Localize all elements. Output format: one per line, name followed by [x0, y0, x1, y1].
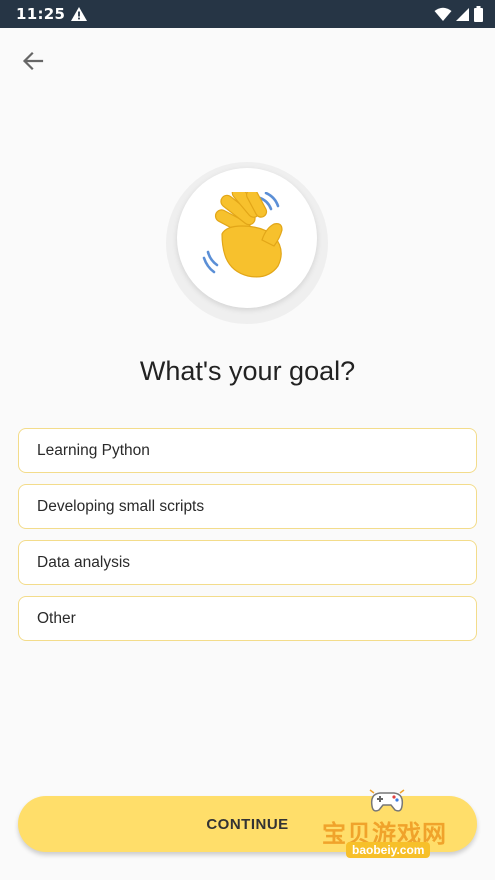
- gamepad-logo-icon: [369, 789, 405, 812]
- option-label: Other: [37, 609, 76, 627]
- signal-icon: [456, 7, 469, 21]
- status-time: 11:25: [16, 5, 66, 23]
- page-title: What's your goal?: [139, 356, 356, 386]
- continue-label: CONTINUE: [206, 815, 289, 833]
- option-label: Developing small scripts: [37, 497, 205, 515]
- waving-hand-icon: [202, 192, 283, 278]
- back-button[interactable]: [14, 44, 52, 78]
- status-icons: [434, 6, 483, 22]
- option-developing-small-scripts[interactable]: Developing small scripts: [18, 484, 477, 529]
- battery-icon: [474, 6, 483, 22]
- wifi-icon: [434, 7, 452, 21]
- screen: 11:25 What's your goal? Learning Python …: [0, 0, 495, 880]
- option-data-analysis[interactable]: Data analysis: [18, 540, 477, 585]
- option-learning-python[interactable]: Learning Python: [18, 428, 477, 473]
- alert-triangle-icon: [71, 7, 87, 21]
- watermark-url: baobeiy.com: [346, 842, 431, 858]
- option-label: Learning Python: [37, 441, 150, 459]
- option-other[interactable]: Other: [18, 596, 477, 641]
- status-bar: 11:25: [0, 0, 495, 28]
- goal-options: Learning Python Developing small scripts…: [18, 428, 477, 652]
- watermark: 宝贝游戏网 baobeiy.com: [316, 786, 466, 866]
- arrow-left-icon: [22, 51, 44, 71]
- option-label: Data analysis: [37, 553, 131, 571]
